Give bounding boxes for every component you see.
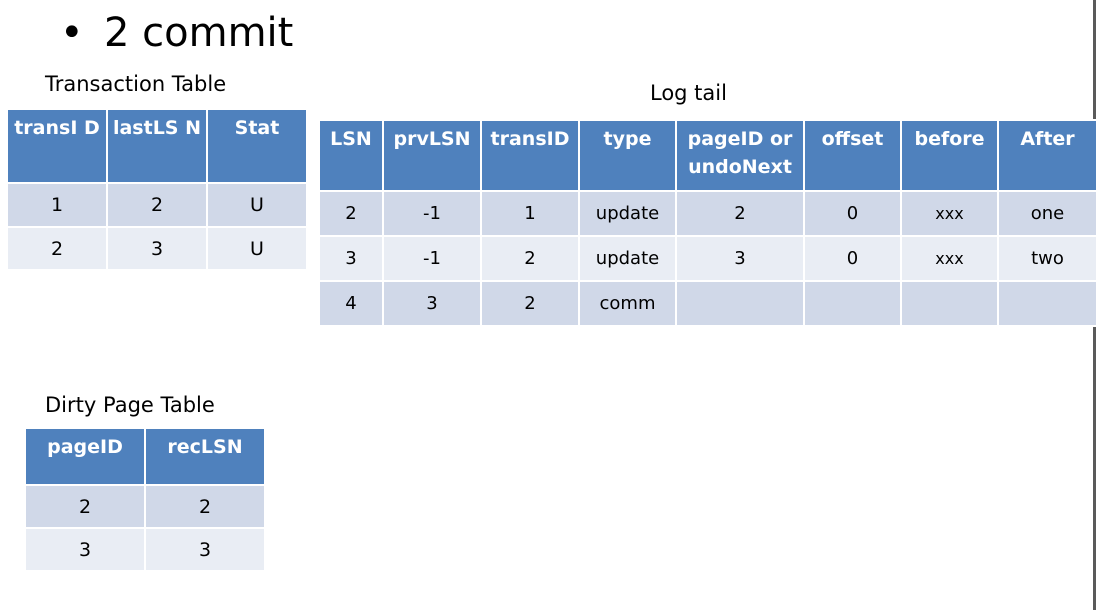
table-cell: one (997, 190, 1096, 237)
header-cell: offset (803, 119, 902, 192)
table-row: 2 2 (24, 484, 266, 529)
bullet-glyph: • (60, 10, 84, 56)
table-row: 1 2 U (6, 182, 308, 228)
table-cell: 2 (675, 190, 805, 237)
table-cell (803, 280, 902, 327)
header-cell: LSN (318, 119, 384, 192)
table-cell: update (578, 190, 677, 237)
table-cell: 3 (675, 235, 805, 282)
header-cell: After (997, 119, 1096, 192)
table-row: 3 -1 2 update 3 0 xxx two (318, 235, 1096, 282)
header-cell: prvLSN (382, 119, 482, 192)
table-cell: 0 (803, 235, 902, 282)
log-tail-table: LSN prvLSN transID type pageID or undoNe… (318, 119, 1096, 327)
table-cell: 2 (6, 226, 108, 271)
table-cell: 3 (318, 235, 384, 282)
header-cell: lastLS N (106, 108, 208, 184)
log-tail-caption: Log tail (650, 81, 727, 105)
table-row: 4 3 2 comm (318, 280, 1096, 327)
table-cell: xxx (900, 190, 999, 237)
header-cell: transID (480, 119, 580, 192)
dirty-page-table-caption: Dirty Page Table (45, 393, 215, 417)
header-cell: recLSN (144, 427, 266, 486)
table-cell: U (206, 182, 308, 228)
table-cell: 1 (6, 182, 108, 228)
table-cell: 2 (144, 484, 266, 529)
table-row: 2 3 U (6, 226, 308, 271)
table-cell: 4 (318, 280, 384, 327)
table-cell: 3 (106, 226, 208, 271)
table-cell: 2 (480, 235, 580, 282)
table-cell: 2 (318, 190, 384, 237)
table-cell: 3 (382, 280, 482, 327)
table-cell: 1 (480, 190, 580, 237)
table-row: 2 -1 1 update 2 0 xxx one (318, 190, 1096, 237)
dirty-page-table: pageID recLSN 2 2 3 3 (24, 427, 266, 572)
transaction-table: transI D lastLS N Stat 1 2 U 2 3 U (6, 108, 308, 271)
table-cell (997, 280, 1096, 327)
table-cell: -1 (382, 235, 482, 282)
header-cell: pageID or undoNext (675, 119, 805, 192)
table-cell: 2 (480, 280, 580, 327)
slide-title-text: 2 commit (104, 10, 294, 56)
header-cell: Stat (206, 108, 308, 184)
table-cell: update (578, 235, 677, 282)
table-cell (675, 280, 805, 327)
table-cell: -1 (382, 190, 482, 237)
table-cell: 3 (144, 527, 266, 572)
header-cell: pageID (24, 427, 146, 486)
dirty-page-table-header-row: pageID recLSN (24, 427, 266, 486)
slide-title: • 2 commit (60, 6, 293, 60)
header-cell: type (578, 119, 677, 192)
table-cell: 0 (803, 190, 902, 237)
header-cell: transI D (6, 108, 108, 184)
table-cell: xxx (900, 235, 999, 282)
transaction-table-header-row: transI D lastLS N Stat (6, 108, 308, 184)
table-cell: 3 (24, 527, 146, 572)
table-cell: 2 (24, 484, 146, 529)
transaction-table-caption: Transaction Table (45, 72, 227, 96)
header-cell: before (900, 119, 999, 192)
log-tail-header-row: LSN prvLSN transID type pageID or undoNe… (318, 119, 1096, 192)
table-cell: two (997, 235, 1096, 282)
table-cell: U (206, 226, 308, 271)
table-cell: comm (578, 280, 677, 327)
table-row: 3 3 (24, 527, 266, 572)
table-cell: 2 (106, 182, 208, 228)
table-cell (900, 280, 999, 327)
